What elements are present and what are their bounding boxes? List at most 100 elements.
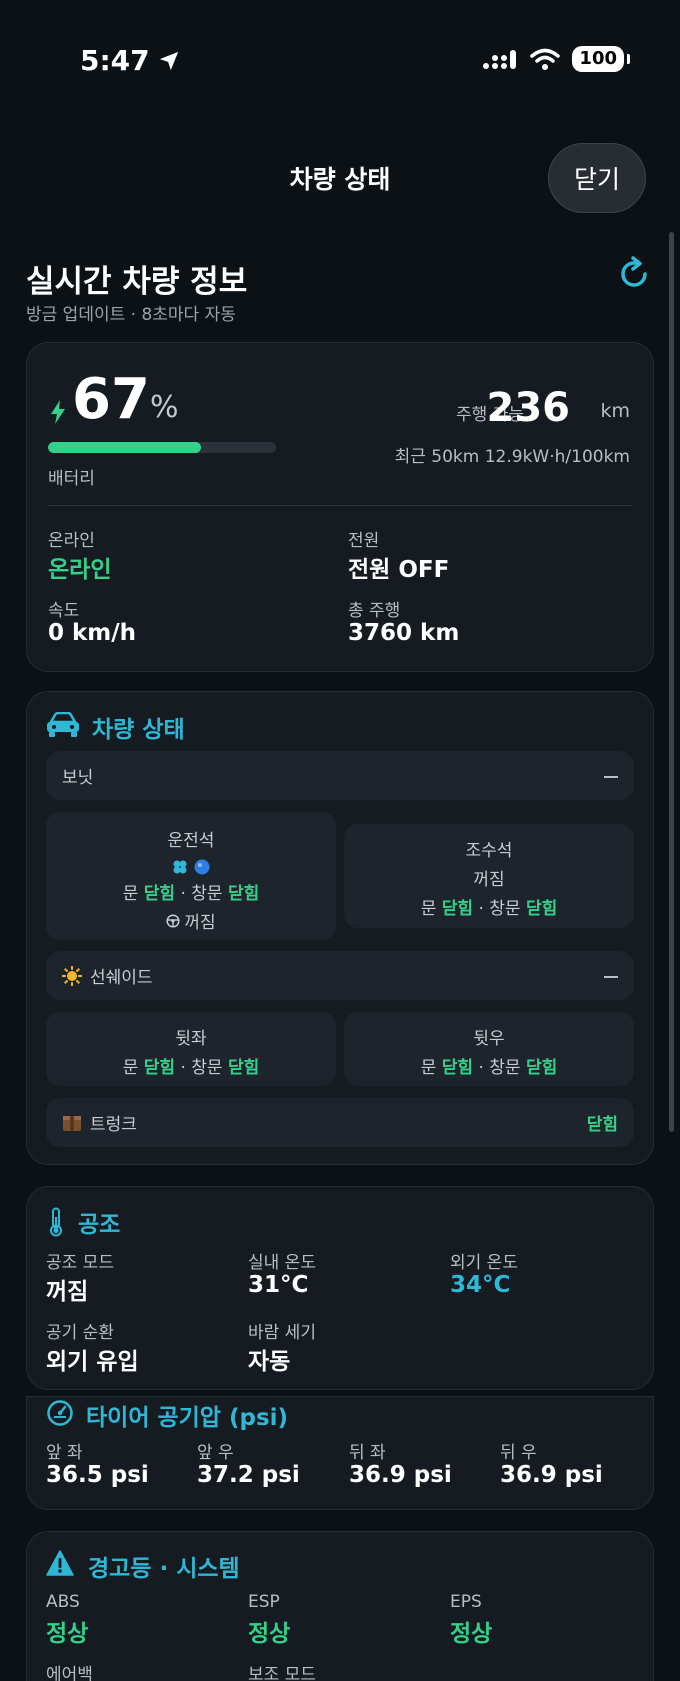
airbag-label: 에어백 xyxy=(46,1665,93,1681)
driver-door-label: 문 xyxy=(122,884,139,904)
odometer-value: 3760 km xyxy=(348,620,460,646)
battery-percent: 67 xyxy=(72,367,150,432)
tire-front-right-label: 앞 우 xyxy=(197,1443,234,1463)
passenger-seat-label: 조수석 xyxy=(465,841,513,861)
climate-mode-label: 공조 모드 xyxy=(46,1253,114,1273)
outside-temp-value: 34°C xyxy=(450,1272,511,1298)
assist-mode-label: 보조 모드 xyxy=(248,1665,316,1681)
battery-caption: 배터리 xyxy=(48,469,95,489)
rear-right-window-state: 닫힘 xyxy=(525,1058,558,1078)
eps-label: EPS xyxy=(450,1592,482,1612)
driver-window-label: · 창문 xyxy=(180,884,223,904)
collapse-dash-icon xyxy=(604,975,618,978)
outside-temp-label: 외기 온도 xyxy=(450,1253,518,1273)
section-title: 실시간 차량 정보 xyxy=(26,264,248,300)
divider xyxy=(48,505,632,506)
esp-label: ESP xyxy=(248,1592,280,1612)
fan-icon xyxy=(173,860,187,874)
online-label: 온라인 xyxy=(48,531,95,551)
scrollbar[interactable] xyxy=(669,232,674,1132)
speed-label: 속도 xyxy=(48,601,80,621)
range-unit: km xyxy=(600,400,630,422)
inside-temp-label: 실내 온도 xyxy=(248,1253,316,1273)
power-value: 전원 OFF xyxy=(348,557,450,583)
tire-front-left-label: 앞 좌 xyxy=(46,1443,83,1463)
status-time: 5:47 xyxy=(80,44,180,77)
passenger-seat-tile[interactable]: 조수석 꺼짐 문 닫힘 · 창문 닫힘 xyxy=(344,824,634,928)
trunk-state: 닫힘 xyxy=(586,1115,618,1135)
tire-rear-right-label: 뒤 우 xyxy=(500,1443,537,1463)
passenger-door-state: 닫힘 xyxy=(441,899,474,919)
thermometer-icon xyxy=(50,1207,62,1237)
vehicle-status-title: 차량 상태 xyxy=(92,717,185,743)
power-label: 전원 xyxy=(348,531,380,551)
passenger-window-state: 닫힘 xyxy=(525,899,558,919)
rear-right-label: 뒷우 xyxy=(473,1029,505,1049)
charging-bolt-icon xyxy=(51,400,65,424)
rear-left-window-label: · 창문 xyxy=(180,1058,223,1078)
abs-value: 정상 xyxy=(46,1621,89,1647)
wifi-icon xyxy=(530,48,561,70)
trunk-box-icon xyxy=(63,1115,81,1131)
warning-system-title: 경고등 · 시스템 xyxy=(88,1556,240,1582)
rear-left-label: 뒷좌 xyxy=(175,1029,207,1049)
driver-window-state: 닫힘 xyxy=(227,884,260,904)
battery-bar-fill xyxy=(48,442,201,453)
car-icon xyxy=(47,712,79,737)
passenger-seat-state: 꺼짐 xyxy=(473,870,505,890)
bonnet-row[interactable]: 보닛 xyxy=(46,751,634,800)
collapse-dash-icon xyxy=(604,775,618,778)
trunk-label: 트렁크 xyxy=(90,1115,137,1135)
speed-value: 0 km/h xyxy=(48,620,137,646)
rear-left-tile[interactable]: 뒷좌 문 닫힘 · 창문 닫힘 xyxy=(46,1012,336,1086)
rear-left-door-label: 문 xyxy=(122,1058,139,1078)
climate-mode-value: 꺼짐 xyxy=(46,1279,89,1305)
close-button[interactable]: 닫기 xyxy=(548,143,646,213)
air-circulation-value: 외기 유입 xyxy=(46,1349,139,1375)
trunk-row[interactable]: 트렁크 닫힘 xyxy=(46,1098,634,1147)
driver-seat-tile[interactable]: 운전석 문 닫힘 · 창문 닫힘 꺼짐 xyxy=(46,812,336,940)
sunshade-label: 선쉐이드 xyxy=(90,968,153,988)
online-value: 온라인 xyxy=(48,557,112,583)
status-indicators: 100 xyxy=(482,46,630,72)
eps-value: 정상 xyxy=(450,1621,493,1647)
passenger-window-label: · 창문 xyxy=(478,899,521,919)
rear-left-window-state: 닫힘 xyxy=(227,1058,260,1078)
warning-triangle-icon xyxy=(46,1550,74,1576)
abs-label: ABS xyxy=(46,1592,80,1612)
range-value: 236 xyxy=(486,385,571,431)
steering-wheel-icon xyxy=(166,913,180,928)
tire-rear-right-value: 36.9 psi xyxy=(500,1462,603,1488)
driver-door-state: 닫힘 xyxy=(143,884,176,904)
rear-right-door-state: 닫힘 xyxy=(441,1058,474,1078)
tire-front-right-value: 37.2 psi xyxy=(197,1462,300,1488)
odometer-label: 총 주행 xyxy=(348,601,401,621)
bonnet-label: 보닛 xyxy=(62,768,94,788)
tire-pressure-title: 타이어 공기압 (psi) xyxy=(86,1405,289,1431)
blue-circle-icon xyxy=(194,859,210,875)
rear-right-window-label: · 창문 xyxy=(478,1058,521,1078)
sunshade-row[interactable]: 선쉐이드 xyxy=(46,951,634,1000)
rear-left-door-state: 닫힘 xyxy=(143,1058,176,1078)
rear-right-tile[interactable]: 뒷우 문 닫힘 · 창문 닫힘 xyxy=(344,1012,634,1086)
fan-speed-label: 바람 세기 xyxy=(248,1323,316,1343)
inside-temp-value: 31°C xyxy=(248,1272,309,1298)
battery-indicator: 100 xyxy=(572,46,630,72)
tire-rear-left-value: 36.9 psi xyxy=(349,1462,452,1488)
battery-percent-unit: % xyxy=(150,390,179,425)
esp-value: 정상 xyxy=(248,1621,291,1647)
fan-speed-value: 자동 xyxy=(248,1349,291,1375)
battery-bar xyxy=(48,442,276,453)
refresh-icon[interactable] xyxy=(616,256,652,292)
clock: 5:47 xyxy=(80,44,150,77)
efficiency-text: 최근 50km 12.9kW·h/100km xyxy=(394,447,630,467)
steering-heat-state: 꺼짐 xyxy=(184,913,216,933)
climate-title: 공조 xyxy=(78,1212,121,1238)
tire-front-left-value: 36.5 psi xyxy=(46,1462,149,1488)
location-arrow-icon xyxy=(159,51,178,70)
tire-rear-left-label: 뒤 좌 xyxy=(349,1443,386,1463)
update-subtitle: 방금 업데이트 · 8초마다 자동 xyxy=(26,305,236,325)
sun-icon xyxy=(62,965,82,986)
cellular-signal-icon xyxy=(483,50,517,69)
gauge-icon xyxy=(47,1400,73,1426)
